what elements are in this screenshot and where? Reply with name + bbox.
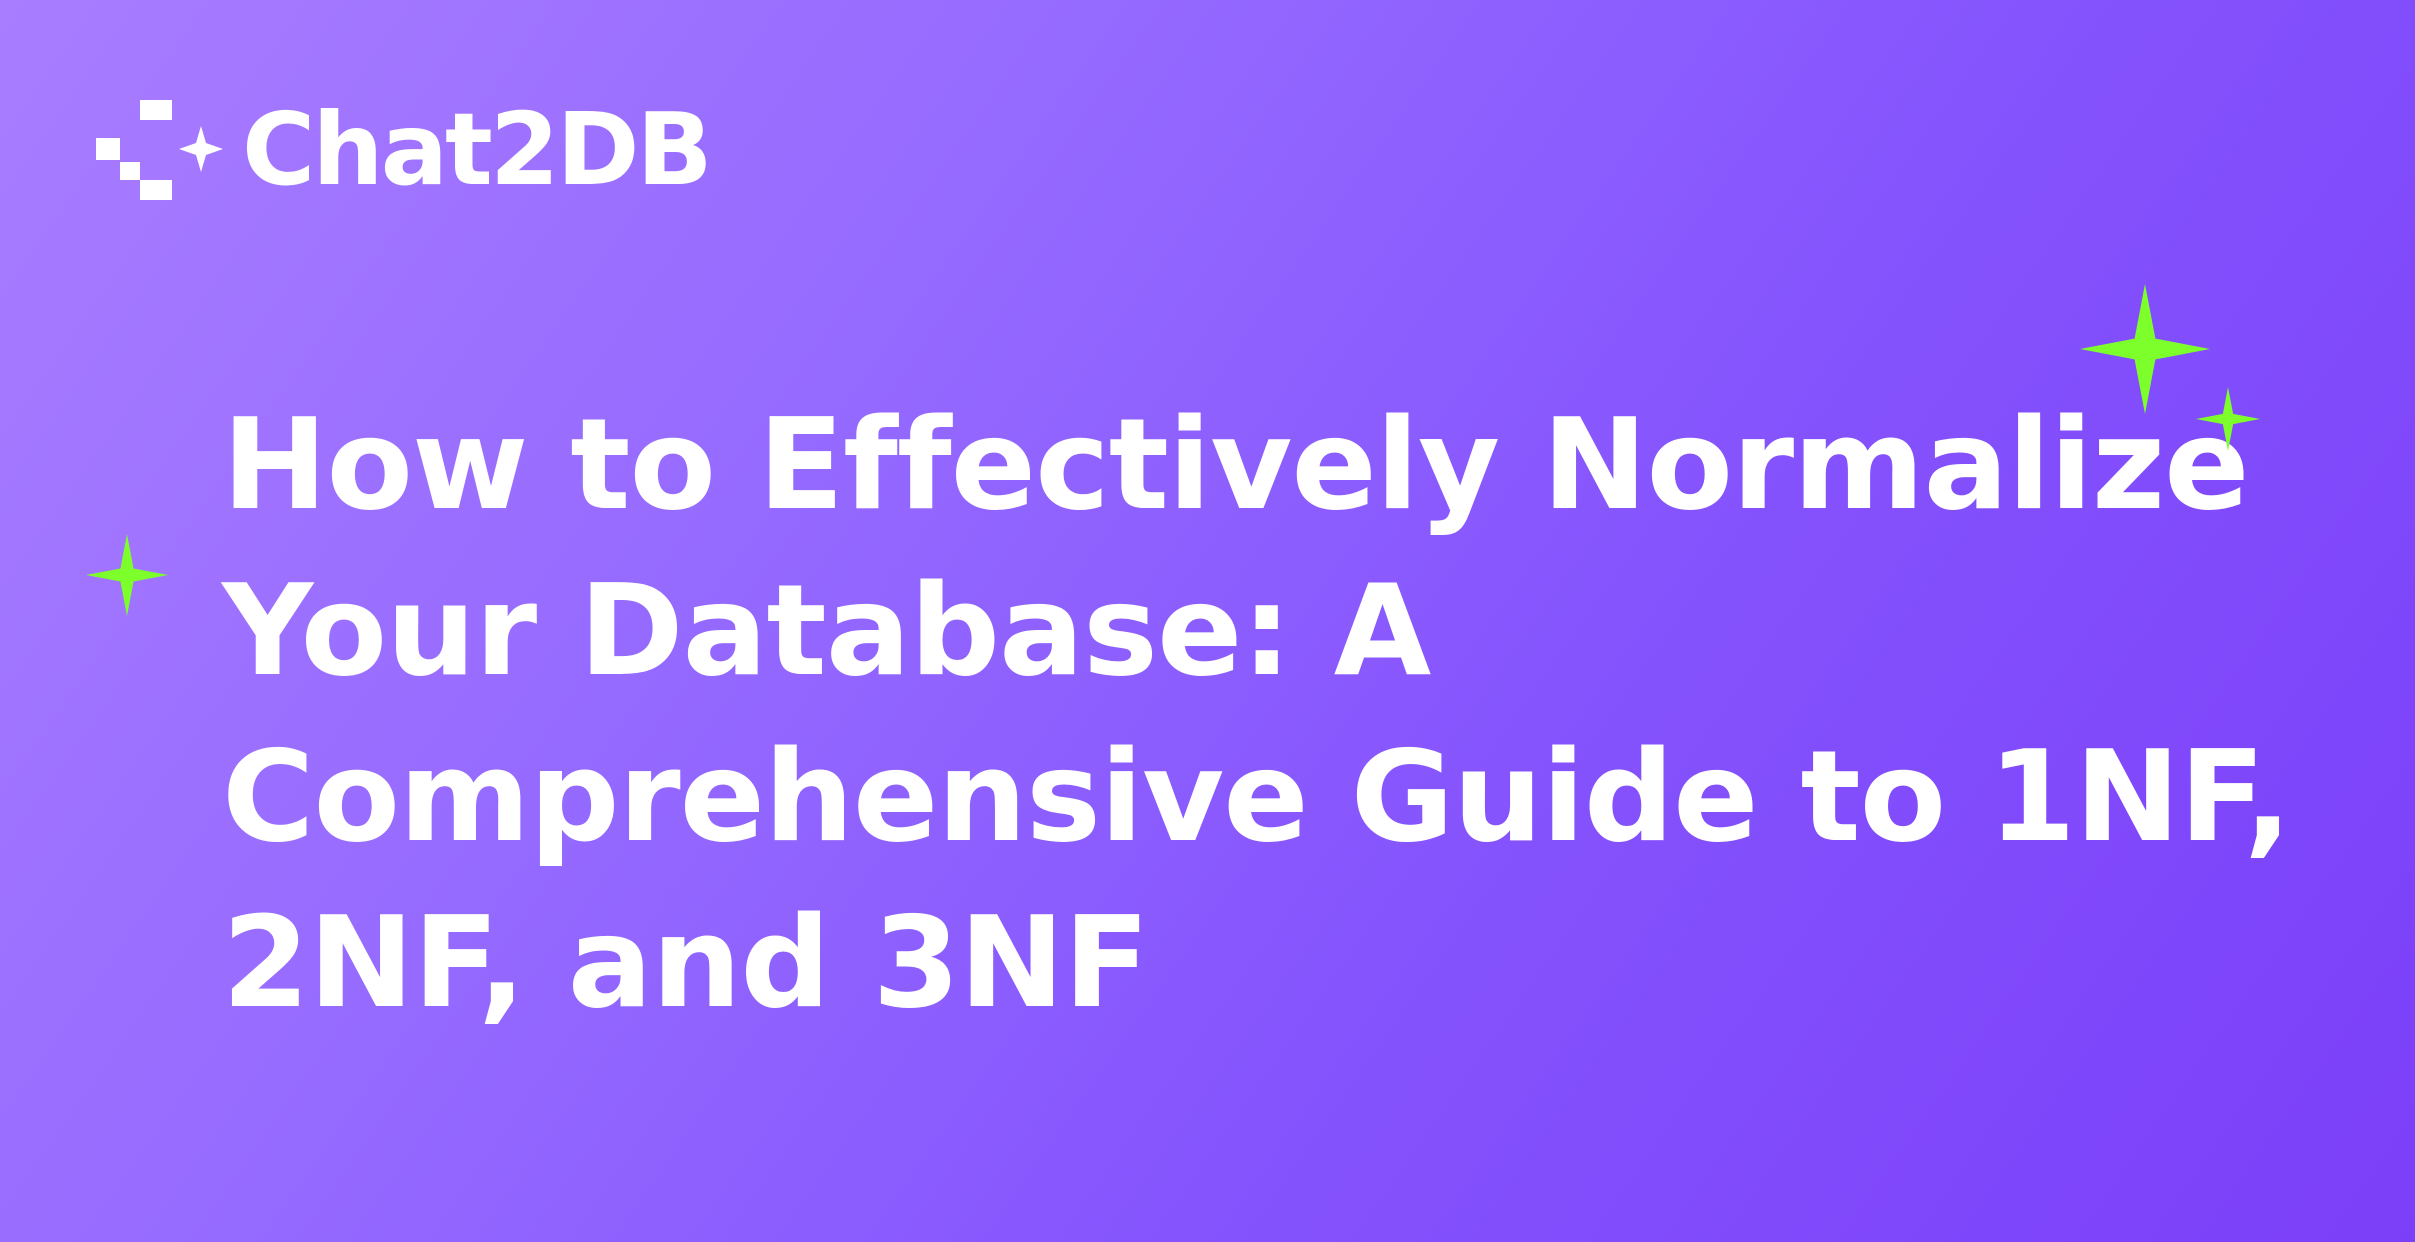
- page-title: How to Effectively Normalize Your Databa…: [222, 382, 2292, 1046]
- brand-name: Chat2DB: [242, 91, 713, 208]
- title-line: Your Database: A: [222, 557, 1431, 704]
- title-line: Comprehensive Guide to 1NF,: [222, 723, 2292, 870]
- chat2db-logo-icon: [96, 100, 223, 200]
- title-line: How to Effectively Normalize: [222, 391, 2250, 538]
- sparkle-icon: [86, 534, 168, 616]
- title-line: 2NF, and 3NF: [222, 889, 1150, 1036]
- sparkle-icon: [2196, 387, 2260, 451]
- brand-logo: Chat2DB: [96, 91, 713, 208]
- sparkle-icon: [2080, 284, 2210, 414]
